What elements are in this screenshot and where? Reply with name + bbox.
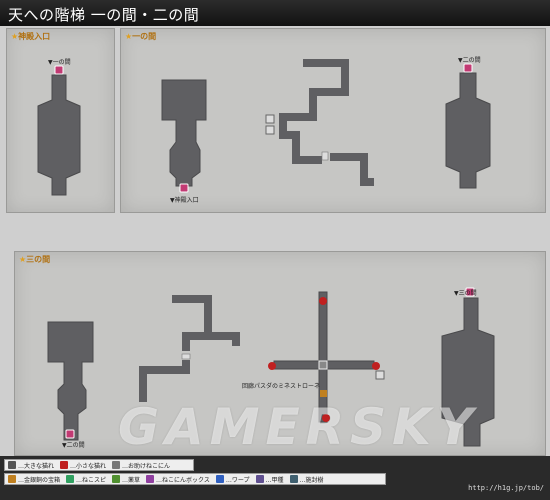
small-cat-icon	[319, 297, 327, 305]
herb-icon	[112, 475, 121, 483]
large-cat-icon	[318, 360, 328, 370]
legend-label: …お助けねこにん	[122, 462, 171, 470]
legend-item: …小さな猫れ	[60, 461, 106, 470]
legend-row-2: …金銀銅の宝箱 …ねこスピ …薬草 …ねこにんボックス …ワープ …甲種 …施封樹	[4, 473, 386, 485]
room3-corridor-shape	[139, 295, 240, 402]
legend-label: …ねこスピ	[76, 476, 107, 484]
treasure-icon	[8, 475, 16, 483]
small-cat-icon	[268, 362, 276, 370]
source-url: http://h1g.jp/tob/	[468, 484, 544, 492]
help-cat-icon	[265, 114, 275, 124]
legend-label: …大きな猫れ	[18, 462, 55, 470]
legend-item: …甲種	[255, 475, 284, 484]
legend: …大きな猫れ …小さな猫れ …お助けねこにん …金銀銅の宝箱 …ねこスピ …薬草 …ねこに…	[0, 456, 550, 500]
portal-icon-entrance	[54, 65, 64, 75]
legend-label: …甲種	[265, 476, 284, 484]
large-cat-icon	[8, 461, 16, 469]
neko-spirit-icon	[66, 475, 75, 483]
legend-label: …施封樹	[299, 476, 324, 484]
help-cat-icon	[375, 370, 385, 380]
wall-switch-icon	[181, 353, 191, 360]
watermark: GAMERSKY	[118, 398, 480, 456]
legend-label: …小さな猫れ	[70, 462, 107, 470]
marker-to-room2: ▼二の間	[458, 57, 481, 64]
entrance-room-shape	[37, 74, 81, 196]
treasure-icon	[320, 390, 327, 397]
armor-icon	[255, 475, 264, 483]
room1-left-room-shape	[161, 79, 207, 187]
legend-item: …大きな猫れ	[8, 461, 54, 470]
legend-label: …ねこにんボックス	[156, 476, 210, 484]
legend-item: …薬草	[112, 475, 140, 484]
portal-icon-room1-exit	[179, 183, 189, 193]
help-cat-icon	[265, 125, 275, 135]
neko-box-icon	[146, 475, 155, 483]
legend-row-1: …大きな猫れ …小さな猫れ …お助けねこにん	[4, 459, 194, 471]
portal-icon-room2	[463, 63, 473, 73]
portal-icon-room3-left	[65, 429, 75, 439]
switch-note: 回廊パスダのミネストローネ	[242, 383, 321, 390]
small-cat-icon	[60, 461, 69, 469]
warp-icon	[215, 475, 224, 483]
legend-item: …金銀銅の宝箱	[8, 475, 60, 484]
room1-right-room-shape	[445, 72, 491, 189]
legend-item: …ねこにんボックス	[146, 475, 210, 484]
room3-left-room-shape	[47, 321, 94, 441]
legend-label: …金銀銅の宝箱	[18, 476, 61, 484]
small-cat-icon	[372, 362, 380, 370]
marker-to-entrance: ▼神殿入口	[170, 197, 199, 204]
marker-to-room1: ▼一の間	[48, 59, 71, 66]
legend-label: …薬草	[122, 476, 141, 484]
legend-item: …ねこスピ	[66, 475, 106, 484]
sealed-stone-icon	[289, 475, 298, 483]
marker-to-room3: ▼三の間	[454, 290, 477, 297]
legend-label: …ワープ	[225, 476, 250, 484]
legend-item: …ワープ	[215, 475, 250, 484]
wall-switch-icon	[321, 151, 329, 161]
room1-corridor-shape	[279, 59, 374, 186]
legend-item: …施封樹	[289, 475, 324, 484]
marker-to-room2-b: ▼二の間	[62, 442, 85, 449]
help-cat-icon	[112, 461, 121, 469]
legend-item: …お助けねこにん	[112, 461, 170, 470]
